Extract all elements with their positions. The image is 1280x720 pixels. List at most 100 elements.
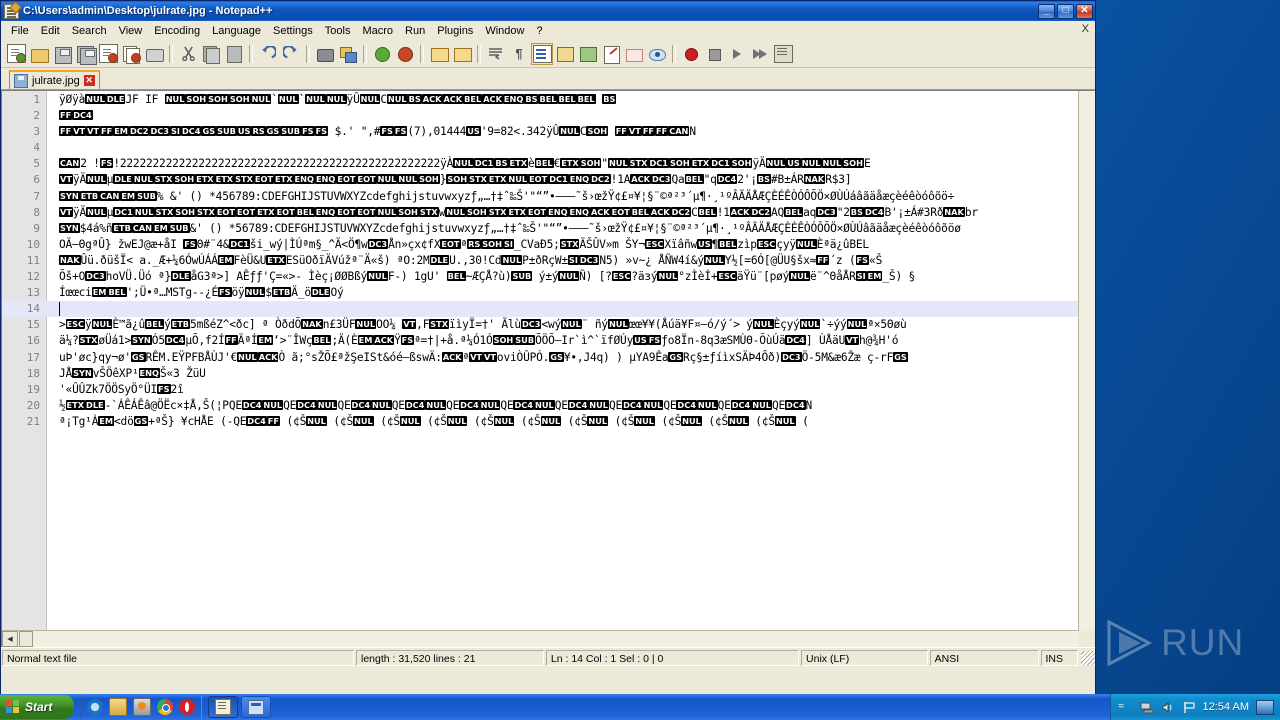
menu-language[interactable]: Language xyxy=(206,23,267,39)
internet-explorer-icon[interactable] xyxy=(87,699,103,715)
new-file-icon[interactable] xyxy=(5,43,27,65)
line-text: VTÿÄNULµDLE NUL STX SOH ETX ETX STX EOT ETX ENQ EN… xyxy=(59,173,852,187)
user-defined-dialog-icon[interactable] xyxy=(554,43,576,65)
menu-window[interactable]: Window xyxy=(479,23,530,39)
media-player-icon[interactable] xyxy=(133,698,151,716)
editor-line[interactable]: 8 VTÿÄNULµDC1 NUL STX SOH STX EOT EOT ETX EOT BEL E… xyxy=(2,205,1095,221)
tab-close-icon[interactable]: ✕ xyxy=(83,75,95,86)
editor-line[interactable]: 5 CAN2 !FS!222222222222222222222222222222… xyxy=(2,156,1095,172)
menu-encoding[interactable]: Encoding xyxy=(148,23,206,39)
image-viewer-task-button[interactable] xyxy=(241,696,271,718)
chrome-icon[interactable] xyxy=(157,699,173,715)
control-char-token: ACK xyxy=(442,94,464,104)
control-char-token: DC1 xyxy=(648,158,669,169)
editor-line[interactable]: 2 FF DC4 xyxy=(2,108,1095,124)
editor-line[interactable]: 1 ÿØÿàNUL DLEJF IF NUL SOH SOH SOH NUL`NUL`NUL… xyxy=(2,92,1095,108)
minimize-button[interactable]: _ xyxy=(1038,3,1055,19)
close-file-icon[interactable] xyxy=(97,43,119,65)
menu-edit[interactable]: Edit xyxy=(35,23,66,39)
close-button[interactable]: ✕ xyxy=(1076,3,1093,19)
menu-macro[interactable]: Macro xyxy=(356,23,399,39)
copy-icon[interactable] xyxy=(200,43,222,65)
editor-line[interactable]: 18 JÅSYNvŠÖêXP¹ENQŠ«3 ŽüU xyxy=(2,366,1095,382)
start-record-macro-icon[interactable] xyxy=(680,43,702,65)
editor-line[interactable]: 19 '«ÛÛZk7ÖÖSyÖ°ÜIFS2î xyxy=(2,382,1095,398)
cut-icon[interactable] xyxy=(177,43,199,65)
editor-line[interactable]: 12 Õš+ODC3hoVÜ.Üó ª}DLEåG3ª>] AÊƒƒ'Ç=«>- … xyxy=(2,269,1095,285)
editor-line[interactable]: 3 FF VT VT FF EM DC2 DC3 SI DC4 GS SUB US RS GS SUB FS FS… xyxy=(2,124,1095,140)
taskbar-clock[interactable]: 12:54 AM xyxy=(1203,701,1249,713)
redo-icon[interactable] xyxy=(280,43,302,65)
network-icon[interactable] xyxy=(1140,701,1154,714)
file-explorer-icon[interactable] xyxy=(109,698,127,716)
word-wrap-icon[interactable] xyxy=(485,43,507,65)
stop-record-macro-icon[interactable] xyxy=(703,43,725,65)
editor-line[interactable]: 6 VTÿÄNULµDLE NUL STX SOH ETX ETX STX EOT ETX ENQ E… xyxy=(2,172,1095,188)
menu-plugins[interactable]: Plugins xyxy=(431,23,479,39)
horizontal-scroll-thumb[interactable] xyxy=(19,631,33,647)
document-map-icon[interactable] xyxy=(577,43,599,65)
editor-line[interactable]: 11 NAKÛü.ðüšÏ< a._Æ+¼6ÓwÚÁÁEMFèÜ&UETXESüO… xyxy=(2,253,1095,269)
editor-line[interactable]: 21 ª¡Tg¹ÀEM<döGS+ªŠ} ¥cHÅE (-QEDC4 FF (¢ŠN… xyxy=(2,414,1095,430)
window-titlebar[interactable]: C:\Users\admin\Desktop\julrate.jpg - Not… xyxy=(1,1,1095,21)
menu-file[interactable]: File xyxy=(5,23,35,39)
editor-line[interactable]: 4 xyxy=(2,140,1095,156)
show-desktop-icon[interactable] xyxy=(1256,699,1274,715)
maximize-button[interactable]: □ xyxy=(1057,3,1074,19)
editor-line[interactable]: 7 SYN ETB CAN EM SUB% &' () *456789:CDEFGHIJS… xyxy=(2,189,1095,205)
undo-icon[interactable] xyxy=(257,43,279,65)
close-all-icon[interactable] xyxy=(120,43,142,65)
editor-line[interactable]: 20 ½ETX DLE-`ÁÊÁÊâ@ÖËc×‡Å,Š(¦PQEDC4 NULQEDC… xyxy=(2,398,1095,414)
menu-settings[interactable]: Settings xyxy=(267,23,319,39)
resize-grip[interactable] xyxy=(1081,651,1096,665)
replace-icon[interactable] xyxy=(337,43,359,65)
editor-line[interactable]: 15 >ESCÿNULÈ™ã¿ûBELýETB5mßéZ^<ðc] ª ÒðdÕN… xyxy=(2,317,1095,333)
menu-tools[interactable]: Tools xyxy=(319,23,357,39)
flag-action-center-icon[interactable] xyxy=(1182,701,1196,714)
zoom-out-icon[interactable] xyxy=(394,43,416,65)
menu-run[interactable]: Run xyxy=(399,23,431,39)
editor-line[interactable]: 13 ÍœœciEM BEL';Ü•ª…MSTg--¿ÉFSöÿNUL$ETBÄ_ö… xyxy=(2,285,1095,301)
play-macro-icon[interactable] xyxy=(726,43,748,65)
function-list-icon[interactable] xyxy=(600,43,622,65)
editor-line[interactable]: 16 ä¼?STXøÜá1>SYNÓ5DC4µÕ,f2ÍFFÄªÍEM‘>¨ÎWç… xyxy=(2,333,1095,349)
show-all-characters-icon[interactable]: ¶ xyxy=(508,43,530,65)
paste-icon[interactable] xyxy=(223,43,245,65)
editor-horizontal-scrollbar[interactable]: ◀ xyxy=(2,630,1079,647)
control-char-token: EM xyxy=(91,287,108,298)
volume-icon[interactable] xyxy=(1161,701,1175,714)
close-document-button[interactable]: X xyxy=(1082,23,1089,35)
editor-line[interactable]: 9 SYN$4á%ñETB CAN EM SUB&' () *56789:CDEFGHI… xyxy=(2,221,1095,237)
open-file-icon[interactable] xyxy=(28,43,50,65)
start-button[interactable]: Start xyxy=(0,695,74,719)
find-icon[interactable] xyxy=(314,43,336,65)
sync-horizontal-scroll-icon[interactable] xyxy=(451,43,473,65)
print-icon[interactable] xyxy=(143,43,165,65)
menu-search[interactable]: Search xyxy=(66,23,113,39)
opera-icon[interactable] xyxy=(179,699,195,715)
status-length-lines: length : 31,520 lines : 21 xyxy=(355,650,544,666)
control-char-token: DC1 xyxy=(113,206,134,217)
editor-vertical-scrollbar[interactable] xyxy=(1078,91,1095,631)
editor-line[interactable]: 17 uÞ'øc}qy¬ø'GSRÊM.EŸPFBÅÙJ'€NUL ACKÒ ã;°… xyxy=(2,350,1095,366)
menu-view[interactable]: View xyxy=(113,23,149,39)
editor-line[interactable]: 14 xyxy=(2,301,1095,318)
editor-area[interactable]: 1 ÿØÿàNUL DLEJF IF NUL SOH SOH SOH NUL`NUL`NUL… xyxy=(1,90,1095,647)
menu-help[interactable]: ? xyxy=(530,23,548,39)
monitoring-icon[interactable] xyxy=(646,43,668,65)
zoom-in-icon[interactable] xyxy=(371,43,393,65)
scroll-left-button[interactable]: ◀ xyxy=(2,631,18,647)
control-char-token: SUB xyxy=(280,126,302,137)
run-icon[interactable] xyxy=(772,43,794,65)
run-macro-multiple-icon[interactable] xyxy=(749,43,771,65)
control-char-token: SI xyxy=(567,254,579,265)
editor-line[interactable]: 10 OÄ—ΘgªÛ} žwEJ@æ+åI FSΘ#¨4&DC1ši_wý|ÌÚª… xyxy=(2,237,1095,253)
indent-guide-icon[interactable] xyxy=(531,42,553,65)
sync-vertical-scroll-icon[interactable] xyxy=(428,43,450,65)
folder-as-workspace-icon[interactable] xyxy=(623,43,645,65)
tab-julrate-jpg[interactable]: julrate.jpg ✕ xyxy=(9,70,100,89)
save-icon[interactable] xyxy=(51,43,73,65)
save-all-icon[interactable] xyxy=(74,43,97,65)
show-hidden-icons-button[interactable]: ≈ xyxy=(1119,701,1133,714)
notepad-plus-plus-task-button[interactable] xyxy=(208,696,238,718)
